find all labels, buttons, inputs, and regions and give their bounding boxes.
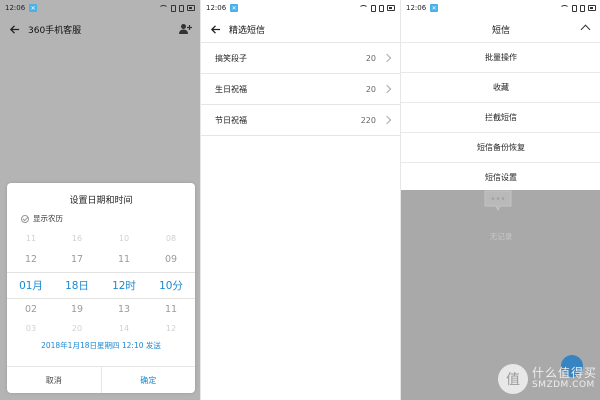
wheel-value: 19 — [70, 304, 84, 315]
phone-screen-featured-sms: 12:06 ✕ 精选短信 搞笑段子 20 生日祝福 20 节日祝福 220 — [200, 0, 400, 400]
wheel-value: 11 — [117, 254, 131, 265]
list-item-label: 搞笑段子 — [215, 53, 247, 63]
chevron-right-icon — [382, 115, 392, 125]
status-bar: 12:06 ✕ — [201, 0, 400, 16]
app-bar: 360手机客服 — [0, 16, 200, 42]
wheel-value: 13 — [117, 304, 131, 315]
status-indicators — [159, 4, 195, 12]
chevron-right-icon — [382, 53, 392, 63]
list-item[interactable]: 生日祝福 20 — [201, 74, 400, 105]
dialog-actions: 取消 确定 — [7, 366, 195, 393]
sim2-icon — [379, 4, 384, 12]
status-indicators — [359, 4, 395, 12]
wheel-value: 14 — [118, 324, 130, 333]
wheel-value: 12 — [24, 254, 38, 265]
chevron-right-icon — [382, 84, 392, 94]
sim-icon — [171, 4, 176, 12]
battery-icon — [187, 5, 195, 11]
empty-state-text: 无记录 — [489, 232, 513, 241]
page-title: 精选短信 — [229, 25, 266, 36]
lunar-label: 显示农历 — [33, 214, 63, 223]
sim-icon — [572, 4, 577, 12]
dialog-title: 设置日期和时间 — [69, 196, 133, 206]
app-bar: 短信 — [401, 16, 600, 42]
app-notification-icon: ✕ — [230, 4, 239, 12]
wheel-value: 12 — [165, 324, 177, 333]
back-arrow-icon[interactable] — [205, 16, 225, 42]
page-title: 360手机客服 — [28, 25, 82, 36]
empty-message-icon — [484, 190, 512, 212]
check-circle-icon[interactable] — [21, 214, 29, 223]
wheel-value: 16 — [71, 234, 83, 243]
selection-divider-top — [7, 272, 195, 273]
scheduled-time-summary: 2018年1月18日星期四 12:10 发送 — [41, 341, 161, 350]
app-notification-icon: ✕ — [29, 4, 38, 12]
selection-divider-bottom — [7, 298, 195, 299]
cancel-button[interactable]: 取消 — [7, 367, 102, 393]
list-item[interactable]: 节日祝福 220 — [201, 105, 400, 136]
status-indicators — [560, 4, 596, 12]
menu-item-settings[interactable]: 短信设置 — [401, 162, 600, 192]
menu-item-favorites[interactable]: 收藏 — [401, 72, 600, 102]
wheel-value: 17 — [70, 254, 84, 265]
battery-icon — [387, 5, 395, 11]
status-time: 12:06 — [5, 4, 26, 12]
chevron-up-icon[interactable] — [580, 24, 591, 35]
wheel-value: 03 — [25, 324, 37, 333]
status-time: 12:06 — [206, 4, 227, 12]
wifi-icon — [560, 4, 569, 12]
status-bar: 12:06 ✕ — [0, 0, 200, 16]
wheel-value: 11 — [25, 234, 37, 243]
add-contact-icon[interactable] — [178, 22, 192, 36]
back-arrow-icon[interactable] — [4, 16, 24, 42]
list-item-label: 节日祝福 — [215, 115, 247, 125]
page-title: 短信 — [491, 25, 510, 36]
app-bar: 精选短信 — [201, 16, 400, 43]
wheel-value-selected: 12时 — [112, 280, 136, 292]
wheel-value: 20 — [71, 324, 83, 333]
menu-item-batch[interactable]: 批量操作 — [401, 42, 600, 72]
wheel-value: 08 — [165, 234, 177, 243]
lunar-toggle[interactable]: 显示农历 — [21, 213, 195, 224]
wheel-value: 11 — [164, 304, 178, 315]
wheel-value-selected: 18日 — [65, 280, 89, 292]
wheel-value-selected: 01月 — [19, 280, 43, 292]
wheel-value: 02 — [24, 304, 38, 315]
list-item-count: 20 — [365, 53, 376, 63]
list-item-count: 220 — [360, 115, 376, 125]
sim2-icon — [179, 4, 184, 12]
phone-screen-sms-menu: 12:06 ✕ 短信 批量操作 收藏 拦截短信 短信备份恢复 短信设置 无记录 … — [400, 0, 600, 400]
wifi-icon — [359, 4, 368, 12]
battery-icon — [588, 5, 596, 11]
datetime-dialog: 设置日期和时间 显示农历 11 12 01月 02 03 16 17 18日 1… — [7, 183, 195, 393]
wheel-value: 10 — [118, 234, 130, 243]
confirm-button[interactable]: 确定 — [102, 367, 196, 393]
sim-icon — [371, 4, 376, 12]
phone-screen-schedule: 12:06 ✕ 360手机客服 设置日期和时间 显示农历 11 12 01月 0… — [0, 0, 200, 400]
watermark-logo: 值 — [497, 364, 528, 394]
wheel-value: 09 — [164, 254, 178, 265]
watermark-en: SMZDM.COM — [531, 379, 595, 390]
app-notification-icon: ✕ — [430, 4, 439, 12]
datetime-picker[interactable]: 11 12 01月 02 03 16 17 18日 19 20 10 11 12… — [7, 232, 195, 336]
watermark: 值 什么值得买 SMZDM.COM — [497, 364, 597, 394]
menu-item-blocked[interactable]: 拦截短信 — [401, 102, 600, 132]
wifi-icon — [159, 4, 168, 12]
list-item-label: 生日祝福 — [215, 84, 247, 94]
status-time: 12:06 — [406, 4, 427, 12]
watermark-cn: 什么值得买 — [531, 366, 597, 381]
menu-item-backup[interactable]: 短信备份恢复 — [401, 132, 600, 162]
list-item[interactable]: 搞笑段子 20 — [201, 43, 400, 74]
watermark-text: 什么值得买 SMZDM.COM — [532, 367, 597, 390]
list-item-count: 20 — [365, 84, 376, 94]
wheel-value-selected: 10分 — [159, 280, 183, 292]
status-bar: 12:06 ✕ — [401, 0, 600, 16]
sim2-icon — [580, 4, 585, 12]
